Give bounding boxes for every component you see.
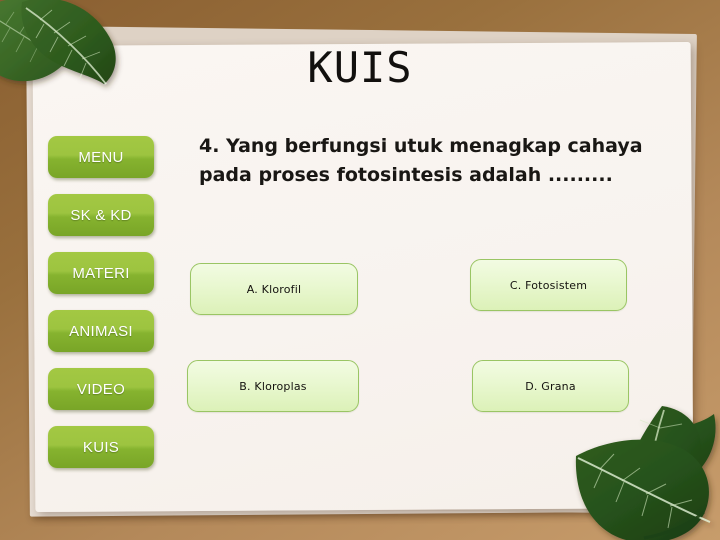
slide-content: KUIS MENU SK & KD MATERI ANIMASI VIDEO K… <box>0 0 720 540</box>
sidebar-item-kuis[interactable]: KUIS <box>48 426 154 468</box>
answer-option-label: A. Klorofil <box>246 282 302 296</box>
answer-option-a[interactable]: A. Klorofil <box>190 263 358 315</box>
sidebar-item-label: MENU <box>78 148 124 166</box>
answer-option-d[interactable]: D. Grana <box>472 360 629 412</box>
sidebar-item-label: ANIMASI <box>69 322 133 340</box>
question-line-2: pada proses fotosintesis adalah ........… <box>199 164 613 186</box>
answer-option-label: C. Fotosistem <box>509 278 588 292</box>
answer-option-label: D. Grana <box>525 379 576 393</box>
sidebar-item-label: MATERI <box>72 264 130 282</box>
sidebar-item-video[interactable]: VIDEO <box>48 368 154 410</box>
sidebar-item-label: SK & KD <box>70 206 132 224</box>
quiz-slide: KUIS MENU SK & KD MATERI ANIMASI VIDEO K… <box>0 0 720 540</box>
sidebar-item-animasi[interactable]: ANIMASI <box>48 310 154 352</box>
sidebar-item-menu[interactable]: MENU <box>48 136 154 178</box>
sidebar-item-label: KUIS <box>82 438 120 456</box>
sidebar-item-materi[interactable]: MATERI <box>48 252 154 294</box>
page-title: KUIS <box>307 43 413 92</box>
answer-option-label: B. Kloroplas <box>239 379 307 393</box>
answer-option-c[interactable]: C. Fotosistem <box>470 259 627 311</box>
question-text: 4. Yang berfungsi utuk menagkap cahaya p… <box>199 132 669 190</box>
answer-option-b[interactable]: B. Kloroplas <box>187 360 359 412</box>
sidebar-item-sk-kd[interactable]: SK & KD <box>48 194 154 236</box>
sidebar-nav: MENU SK & KD MATERI ANIMASI VIDEO KUIS <box>48 136 154 484</box>
sidebar-item-label: VIDEO <box>76 380 126 398</box>
question-line-1: 4. Yang berfungsi utuk menagkap cahaya <box>199 135 643 157</box>
